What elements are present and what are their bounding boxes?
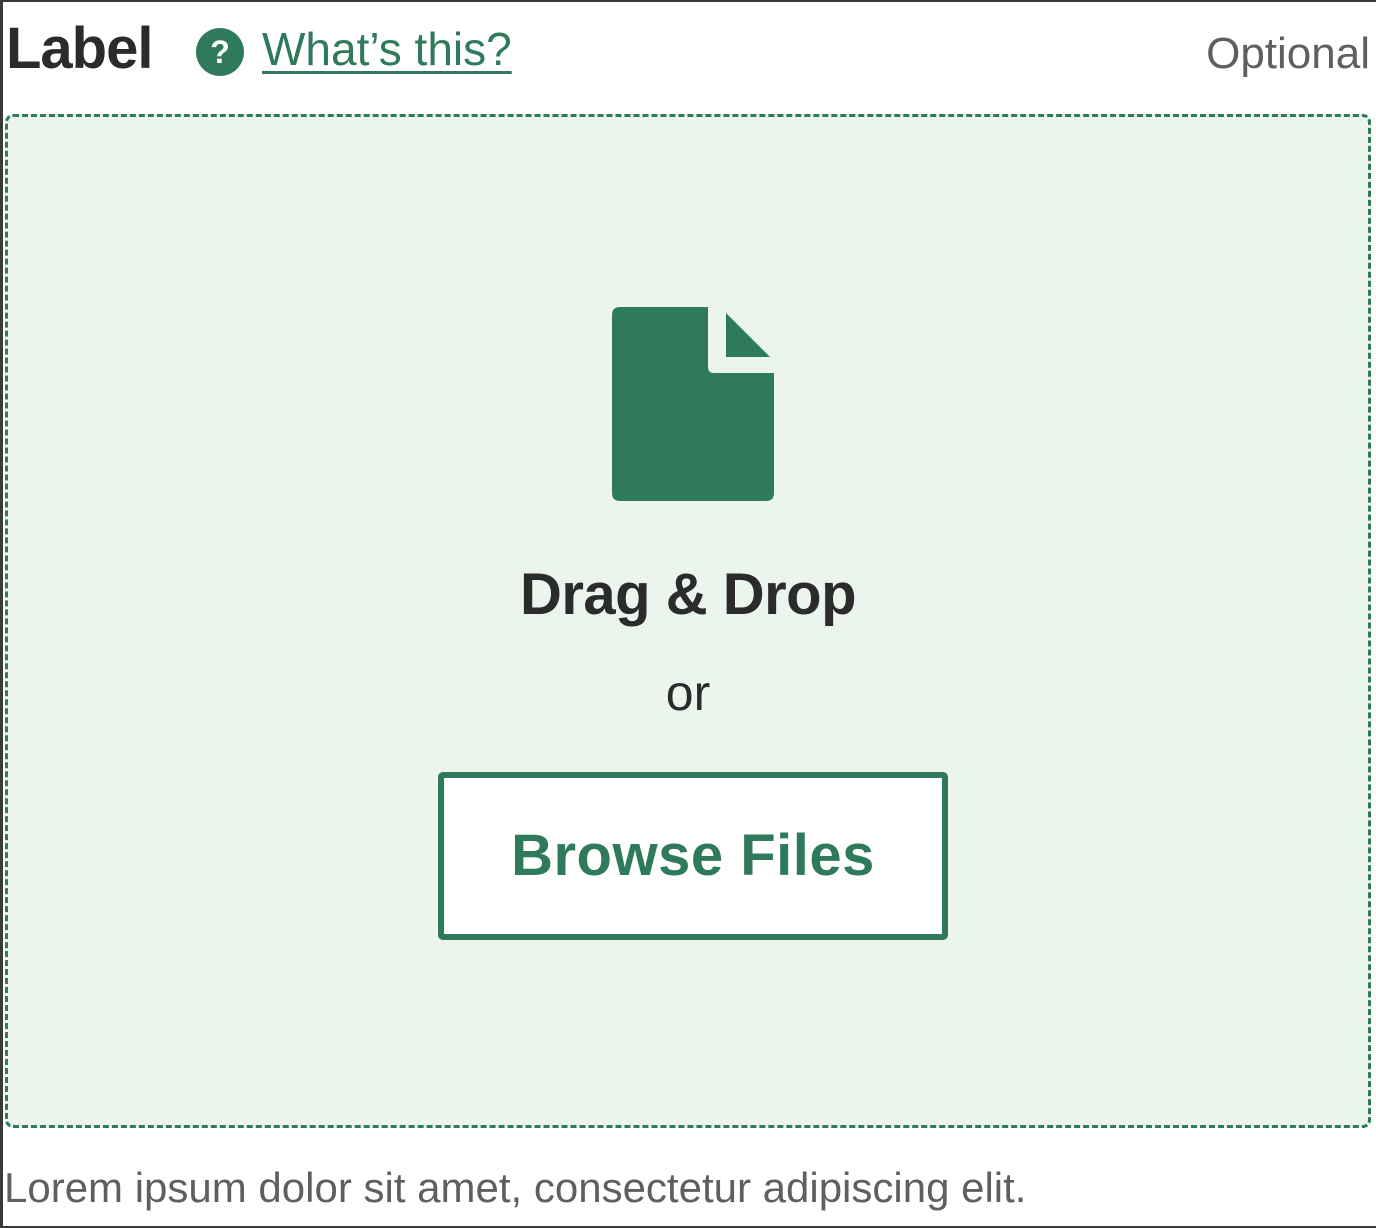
drag-drop-title: Drag & Drop — [519, 562, 857, 627]
help-icon[interactable]: ? — [196, 28, 244, 76]
or-separator: or — [665, 665, 711, 721]
file-dropzone[interactable]: Drag & Drop or Browse Files — [5, 114, 1371, 1128]
field-header: Label ? What’s this? Optional — [4, 0, 1372, 110]
field-label: Label — [6, 16, 153, 81]
whats-this-link[interactable]: What’s this? — [262, 18, 512, 80]
field-hint: Lorem ipsum dolor sit amet, consectetur … — [4, 1164, 1027, 1211]
browse-files-button[interactable]: Browse Files — [438, 772, 948, 940]
optional-indicator: Optional — [1206, 29, 1370, 78]
file-icon — [612, 307, 774, 501]
